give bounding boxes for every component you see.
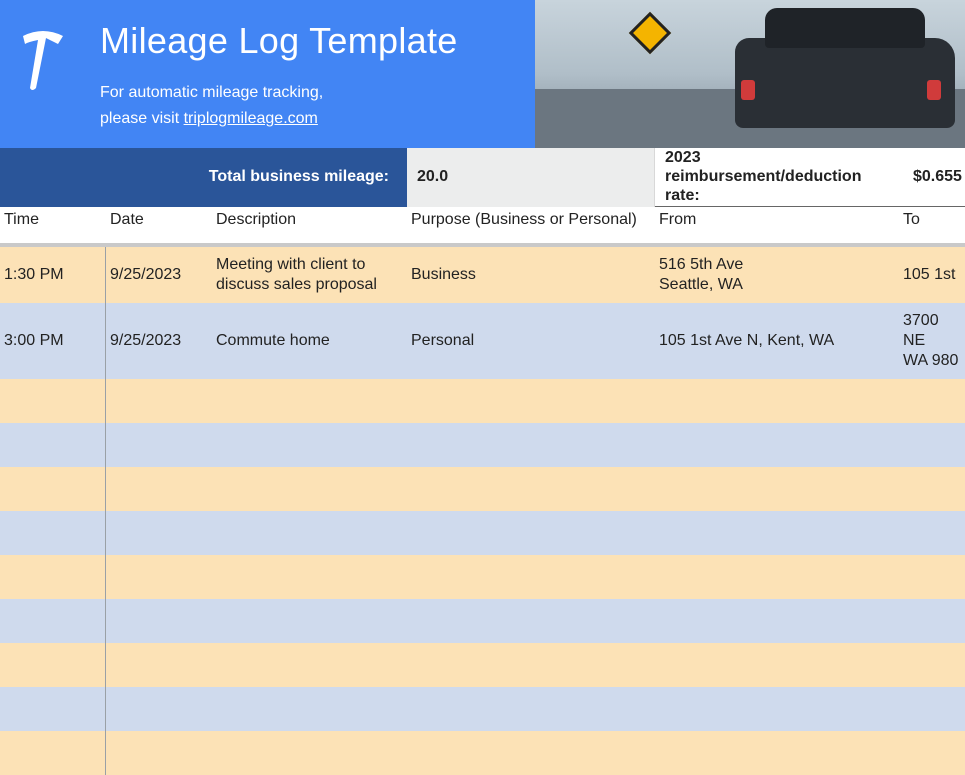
cell-description[interactable]	[212, 599, 407, 643]
cell-purpose[interactable]	[407, 511, 655, 555]
cell-to[interactable]: 105 1st	[899, 247, 965, 303]
table-row[interactable]	[0, 687, 965, 731]
cell-purpose[interactable]	[407, 643, 655, 687]
cell-purpose[interactable]	[407, 555, 655, 599]
cell-date[interactable]	[106, 379, 212, 423]
table-row[interactable]: 1:30 PM9/25/2023Meeting with client to d…	[0, 247, 965, 303]
summary-row: Total business mileage: 20.0 2023 reimbu…	[0, 148, 965, 197]
car-icon	[735, 38, 955, 128]
cell-to[interactable]: 3700 NEWA 980	[899, 303, 965, 379]
cell-description[interactable]	[212, 731, 407, 775]
cell-from[interactable]	[655, 643, 899, 687]
cell-date[interactable]	[106, 687, 212, 731]
table-row[interactable]	[0, 555, 965, 599]
cell-description[interactable]	[212, 555, 407, 599]
cell-time[interactable]: 1:30 PM	[0, 247, 106, 303]
table-row[interactable]	[0, 467, 965, 511]
cell-time[interactable]	[0, 555, 106, 599]
cell-purpose[interactable]	[407, 423, 655, 467]
cell-purpose[interactable]	[407, 379, 655, 423]
cell-from[interactable]	[655, 555, 899, 599]
cell-to[interactable]	[899, 643, 965, 687]
col-time: Time	[0, 197, 106, 243]
cell-to[interactable]	[899, 731, 965, 775]
col-from: From	[655, 197, 899, 243]
col-description: Description	[212, 197, 407, 243]
hero-banner: Mileage Log Template For automatic milea…	[0, 0, 965, 148]
cell-from[interactable]	[655, 687, 899, 731]
table-row[interactable]: 3:00 PM9/25/2023Commute homePersonal105 …	[0, 303, 965, 379]
cell-date[interactable]	[106, 555, 212, 599]
cell-to[interactable]	[899, 467, 965, 511]
cell-from[interactable]	[655, 423, 899, 467]
cell-description[interactable]: Meeting with client to discuss sales pro…	[212, 247, 407, 303]
hero-text: Mileage Log Template For automatic milea…	[100, 20, 458, 148]
cell-purpose[interactable]	[407, 687, 655, 731]
cell-from[interactable]	[655, 599, 899, 643]
cell-date[interactable]	[106, 643, 212, 687]
cell-to[interactable]	[899, 555, 965, 599]
cell-from[interactable]	[655, 379, 899, 423]
cell-description[interactable]	[212, 643, 407, 687]
col-purpose: Purpose (Business or Personal)	[407, 197, 655, 243]
cell-purpose[interactable]: Business	[407, 247, 655, 303]
cell-to[interactable]	[899, 687, 965, 731]
cell-description[interactable]	[212, 423, 407, 467]
cell-time[interactable]	[0, 423, 106, 467]
cell-date[interactable]	[106, 467, 212, 511]
table-row[interactable]	[0, 423, 965, 467]
cell-date[interactable]: 9/25/2023	[106, 247, 212, 303]
cell-time[interactable]	[0, 379, 106, 423]
table-row[interactable]	[0, 599, 965, 643]
cell-purpose[interactable]	[407, 599, 655, 643]
cell-from[interactable]: 516 5th AveSeattle, WA	[655, 247, 899, 303]
cell-from[interactable]	[655, 731, 899, 775]
cell-description[interactable]	[212, 379, 407, 423]
hero-subtitle: For automatic mileage tracking, please v…	[100, 80, 458, 131]
cell-description[interactable]	[212, 687, 407, 731]
cell-description[interactable]: Commute home	[212, 303, 407, 379]
cell-time[interactable]: 3:00 PM	[0, 303, 106, 379]
cell-purpose[interactable]: Personal	[407, 303, 655, 379]
cell-time[interactable]	[0, 511, 106, 555]
col-to: To	[899, 197, 965, 243]
col-date: Date	[106, 197, 212, 243]
cell-time[interactable]	[0, 599, 106, 643]
cell-to[interactable]	[899, 379, 965, 423]
table-header-row: Time Date Description Purpose (Business …	[0, 197, 965, 247]
cell-date[interactable]: 9/25/2023	[106, 303, 212, 379]
hero-image	[535, 0, 965, 148]
cell-date[interactable]	[106, 423, 212, 467]
cell-description[interactable]	[212, 467, 407, 511]
page-title: Mileage Log Template	[100, 20, 458, 62]
cell-from[interactable]	[655, 467, 899, 511]
cell-from[interactable]	[655, 511, 899, 555]
hero-subtitle-line1: For automatic mileage tracking,	[100, 84, 323, 101]
cell-to[interactable]	[899, 511, 965, 555]
triplog-link[interactable]: triplogmileage.com	[184, 110, 318, 127]
road-sign-icon	[629, 12, 671, 54]
cell-to[interactable]	[899, 423, 965, 467]
table-row[interactable]	[0, 379, 965, 423]
cell-purpose[interactable]	[407, 467, 655, 511]
cell-time[interactable]	[0, 643, 106, 687]
table-body: 1:30 PM9/25/2023Meeting with client to d…	[0, 247, 965, 775]
cell-time[interactable]	[0, 687, 106, 731]
cell-date[interactable]	[106, 599, 212, 643]
cell-date[interactable]	[106, 731, 212, 775]
triplog-logo-icon	[18, 26, 68, 96]
hero-left: Mileage Log Template For automatic milea…	[0, 0, 535, 148]
table-row[interactable]	[0, 731, 965, 775]
table-row[interactable]	[0, 643, 965, 687]
hero-subtitle-line2-prefix: please visit	[100, 110, 184, 127]
cell-to[interactable]	[899, 599, 965, 643]
table-row[interactable]	[0, 511, 965, 555]
cell-description[interactable]	[212, 511, 407, 555]
cell-date[interactable]	[106, 511, 212, 555]
cell-time[interactable]	[0, 467, 106, 511]
cell-time[interactable]	[0, 731, 106, 775]
cell-purpose[interactable]	[407, 731, 655, 775]
cell-from[interactable]: 105 1st Ave N, Kent, WA	[655, 303, 899, 379]
